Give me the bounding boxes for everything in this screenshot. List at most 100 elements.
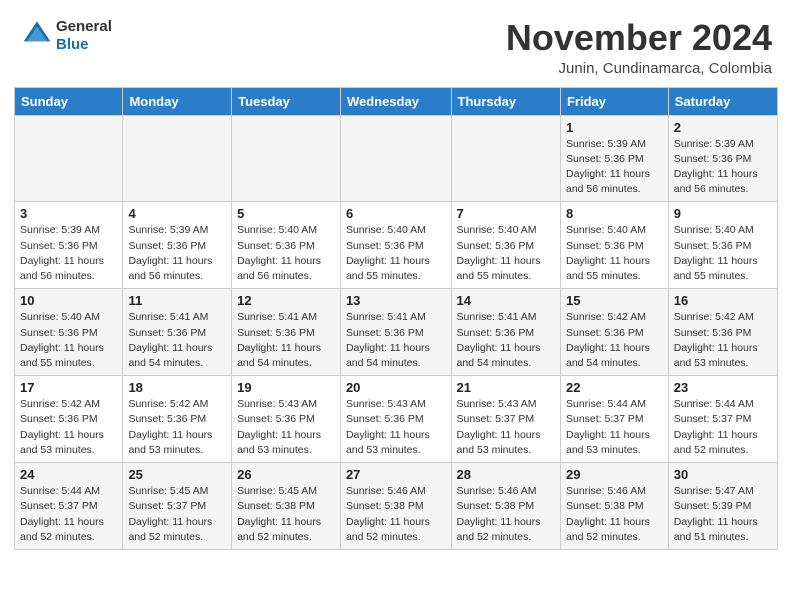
calendar-cell: 30Sunrise: 5:47 AMSunset: 5:39 PMDayligh… bbox=[668, 463, 777, 550]
day-number: 23 bbox=[674, 380, 772, 395]
day-number: 9 bbox=[674, 206, 772, 221]
calendar-header-row: SundayMondayTuesdayWednesdayThursdayFrid… bbox=[15, 87, 778, 115]
calendar-cell: 5Sunrise: 5:40 AMSunset: 5:36 PMDaylight… bbox=[232, 202, 341, 289]
calendar-cell: 22 Sunrise: 5:44 AMSunset: 5:37 PMDayligh… bbox=[560, 376, 668, 463]
day-info: Sunrise: 5:46 AMSunset: 5:38 PMDaylight:… bbox=[346, 484, 446, 545]
month-title: November 2024 bbox=[506, 18, 772, 58]
calendar-cell: 20Sunrise: 5:43 AMSunset: 5:36 PMDayligh… bbox=[340, 376, 451, 463]
day-number: 24 bbox=[20, 467, 117, 482]
day-info: Sunrise: 5:44 AMSunset: 5:37 PMDaylight:… bbox=[674, 397, 772, 458]
day-number: 5 bbox=[237, 206, 335, 221]
day-number: 26 bbox=[237, 467, 335, 482]
calendar-day-header: Monday bbox=[123, 87, 232, 115]
day-info: Sunrise: 5:43 AMSunset: 5:37 PMDaylight:… bbox=[457, 397, 555, 458]
calendar-cell bbox=[340, 115, 451, 202]
day-number: 1 bbox=[566, 120, 663, 135]
day-info: Sunrise: 5:45 AMSunset: 5:37 PMDaylight:… bbox=[128, 484, 226, 545]
day-info: Sunrise: 5:42 AMSunset: 5:36 PMDaylight:… bbox=[20, 397, 117, 458]
logo: General Blue bbox=[20, 18, 112, 53]
calendar-cell: 19 Sunrise: 5:43 AMSunset: 5:36 PMDayligh… bbox=[232, 376, 341, 463]
calendar-cell: 29 Sunrise: 5:46 AMSunset: 5:38 PMDayligh… bbox=[560, 463, 668, 550]
calendar-cell: 3Sunrise: 5:39 AMSunset: 5:36 PMDaylight… bbox=[15, 202, 123, 289]
calendar-body: 1 Sunrise: 5:39 AMSunset: 5:36 PMDaylight… bbox=[15, 115, 778, 549]
calendar-week-row: 24 Sunrise: 5:44 AMSunset: 5:37 PMDayligh… bbox=[15, 463, 778, 550]
day-number: 29 bbox=[566, 467, 663, 482]
day-info: Sunrise: 5:40 AMSunset: 5:36 PMDaylight:… bbox=[566, 223, 663, 284]
day-info: Sunrise: 5:39 AMSunset: 5:36 PMDaylight:… bbox=[566, 137, 663, 198]
header: General Blue November 2024 Junin, Cundin… bbox=[0, 0, 792, 87]
calendar-cell bbox=[451, 115, 560, 202]
calendar-cell: 15Sunrise: 5:42 AMSunset: 5:36 PMDayligh… bbox=[560, 289, 668, 376]
day-info: Sunrise: 5:44 AMSunset: 5:37 PMDaylight:… bbox=[20, 484, 117, 545]
day-info: Sunrise: 5:41 AMSunset: 5:36 PMDaylight:… bbox=[346, 310, 446, 371]
calendar-cell: 23 Sunrise: 5:44 AMSunset: 5:37 PMDayligh… bbox=[668, 376, 777, 463]
day-number: 14 bbox=[457, 293, 555, 308]
calendar-day-header: Sunday bbox=[15, 87, 123, 115]
day-info: Sunrise: 5:43 AMSunset: 5:36 PMDaylight:… bbox=[237, 397, 335, 458]
logo-icon bbox=[22, 18, 52, 48]
calendar-cell: 6 Sunrise: 5:40 AMSunset: 5:36 PMDaylight… bbox=[340, 202, 451, 289]
calendar-week-row: 1 Sunrise: 5:39 AMSunset: 5:36 PMDaylight… bbox=[15, 115, 778, 202]
calendar-cell: 8 Sunrise: 5:40 AMSunset: 5:36 PMDaylight… bbox=[560, 202, 668, 289]
page: General Blue November 2024 Junin, Cundin… bbox=[0, 0, 792, 564]
day-number: 22 bbox=[566, 380, 663, 395]
calendar-week-row: 3Sunrise: 5:39 AMSunset: 5:36 PMDaylight… bbox=[15, 202, 778, 289]
day-number: 18 bbox=[128, 380, 226, 395]
calendar-cell: 7Sunrise: 5:40 AMSunset: 5:36 PMDaylight… bbox=[451, 202, 560, 289]
calendar-cell bbox=[232, 115, 341, 202]
logo-general: General bbox=[56, 18, 112, 35]
calendar-day-header: Tuesday bbox=[232, 87, 341, 115]
day-number: 12 bbox=[237, 293, 335, 308]
calendar-cell: 27 Sunrise: 5:46 AMSunset: 5:38 PMDayligh… bbox=[340, 463, 451, 550]
day-info: Sunrise: 5:42 AMSunset: 5:36 PMDaylight:… bbox=[128, 397, 226, 458]
day-info: Sunrise: 5:41 AMSunset: 5:36 PMDaylight:… bbox=[457, 310, 555, 371]
calendar-cell: 18 Sunrise: 5:42 AMSunset: 5:36 PMDayligh… bbox=[123, 376, 232, 463]
day-number: 3 bbox=[20, 206, 117, 221]
calendar-day-header: Saturday bbox=[668, 87, 777, 115]
day-number: 28 bbox=[457, 467, 555, 482]
calendar-cell: 25 Sunrise: 5:45 AMSunset: 5:37 PMDayligh… bbox=[123, 463, 232, 550]
day-number: 21 bbox=[457, 380, 555, 395]
calendar-week-row: 10 Sunrise: 5:40 AMSunset: 5:36 PMDayligh… bbox=[15, 289, 778, 376]
day-info: Sunrise: 5:46 AMSunset: 5:38 PMDaylight:… bbox=[566, 484, 663, 545]
day-number: 27 bbox=[346, 467, 446, 482]
day-number: 25 bbox=[128, 467, 226, 482]
day-info: Sunrise: 5:42 AMSunset: 5:36 PMDaylight:… bbox=[674, 310, 772, 371]
calendar-cell: 12 Sunrise: 5:41 AMSunset: 5:36 PMDayligh… bbox=[232, 289, 341, 376]
day-number: 19 bbox=[237, 380, 335, 395]
calendar-cell: 10 Sunrise: 5:40 AMSunset: 5:36 PMDayligh… bbox=[15, 289, 123, 376]
day-number: 2 bbox=[674, 120, 772, 135]
calendar-cell: 28 Sunrise: 5:46 AMSunset: 5:38 PMDayligh… bbox=[451, 463, 560, 550]
day-info: Sunrise: 5:40 AMSunset: 5:36 PMDaylight:… bbox=[457, 223, 555, 284]
day-info: Sunrise: 5:46 AMSunset: 5:38 PMDaylight:… bbox=[457, 484, 555, 545]
calendar-cell: 16Sunrise: 5:42 AMSunset: 5:36 PMDayligh… bbox=[668, 289, 777, 376]
day-info: Sunrise: 5:41 AMSunset: 5:36 PMDaylight:… bbox=[128, 310, 226, 371]
day-info: Sunrise: 5:47 AMSunset: 5:39 PMDaylight:… bbox=[674, 484, 772, 545]
day-info: Sunrise: 5:41 AMSunset: 5:36 PMDaylight:… bbox=[237, 310, 335, 371]
calendar-cell: 11Sunrise: 5:41 AMSunset: 5:36 PMDayligh… bbox=[123, 289, 232, 376]
day-info: Sunrise: 5:40 AMSunset: 5:36 PMDaylight:… bbox=[346, 223, 446, 284]
title-block: November 2024 Junin, Cundinamarca, Colom… bbox=[506, 18, 772, 77]
day-number: 6 bbox=[346, 206, 446, 221]
calendar-day-header: Friday bbox=[560, 87, 668, 115]
calendar-cell bbox=[123, 115, 232, 202]
day-info: Sunrise: 5:44 AMSunset: 5:37 PMDaylight:… bbox=[566, 397, 663, 458]
calendar-cell: 26Sunrise: 5:45 AMSunset: 5:38 PMDayligh… bbox=[232, 463, 341, 550]
calendar-cell bbox=[15, 115, 123, 202]
day-number: 8 bbox=[566, 206, 663, 221]
day-number: 17 bbox=[20, 380, 117, 395]
calendar-cell: 17 Sunrise: 5:42 AMSunset: 5:36 PMDayligh… bbox=[15, 376, 123, 463]
logo-blue: Blue bbox=[56, 36, 112, 53]
day-info: Sunrise: 5:40 AMSunset: 5:36 PMDaylight:… bbox=[20, 310, 117, 371]
calendar-cell: 2Sunrise: 5:39 AMSunset: 5:36 PMDaylight… bbox=[668, 115, 777, 202]
calendar-cell: 1 Sunrise: 5:39 AMSunset: 5:36 PMDaylight… bbox=[560, 115, 668, 202]
day-info: Sunrise: 5:40 AMSunset: 5:36 PMDaylight:… bbox=[674, 223, 772, 284]
calendar-table: SundayMondayTuesdayWednesdayThursdayFrid… bbox=[14, 87, 778, 550]
calendar-wrap: SundayMondayTuesdayWednesdayThursdayFrid… bbox=[0, 87, 792, 564]
day-number: 15 bbox=[566, 293, 663, 308]
day-number: 10 bbox=[20, 293, 117, 308]
day-info: Sunrise: 5:43 AMSunset: 5:36 PMDaylight:… bbox=[346, 397, 446, 458]
calendar-cell: 24 Sunrise: 5:44 AMSunset: 5:37 PMDayligh… bbox=[15, 463, 123, 550]
day-number: 4 bbox=[128, 206, 226, 221]
calendar-cell: 13Sunrise: 5:41 AMSunset: 5:36 PMDayligh… bbox=[340, 289, 451, 376]
